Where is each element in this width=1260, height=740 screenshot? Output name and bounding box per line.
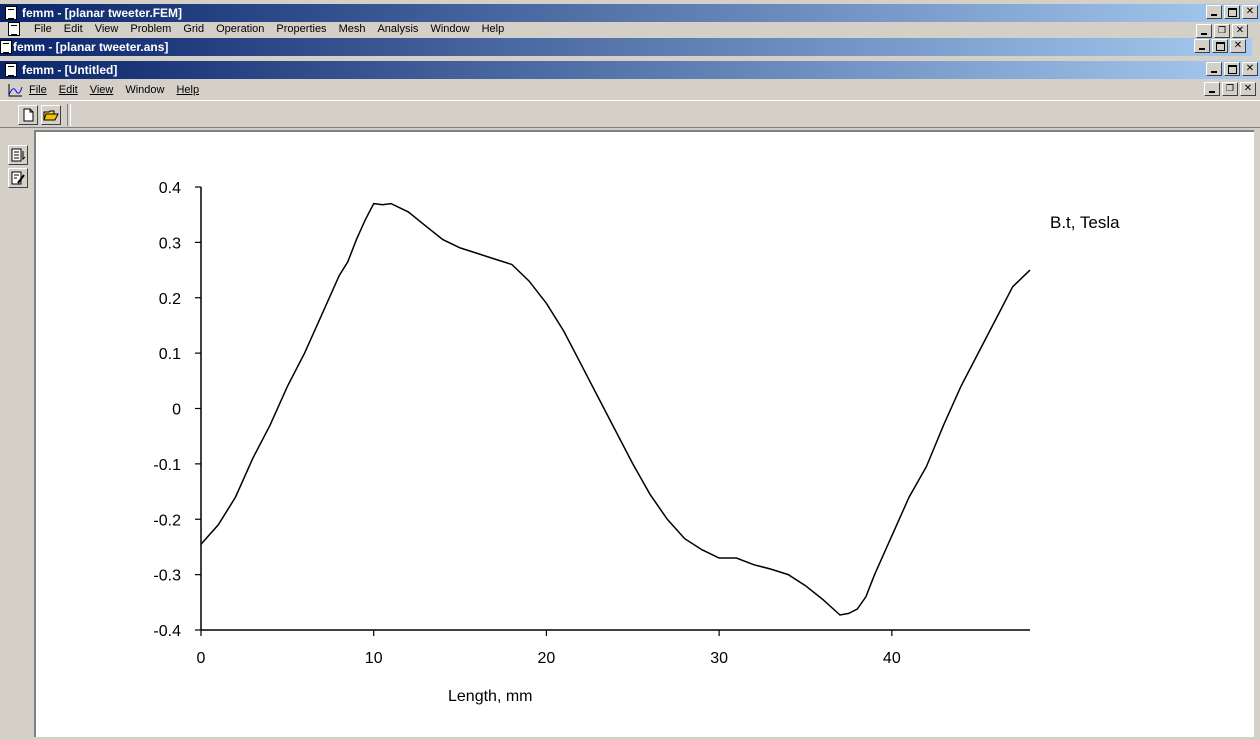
maximize-icon[interactable] [1212,39,1228,53]
fem-menu-view[interactable]: View [95,23,119,35]
untitled-doc-caption-buttons [1202,82,1256,98]
menu-edit[interactable]: Edit [59,84,78,96]
close-icon[interactable] [1232,24,1248,38]
menu-window[interactable]: Window [125,84,164,96]
fem-menu-properties[interactable]: Properties [276,23,326,35]
new-document-icon[interactable] [18,105,38,125]
x-tick-label: 40 [883,650,901,667]
untitled-menubar: File Edit View Window Help [0,80,1260,99]
fem-menubar: File Edit View Problem Grid Operation Pr… [0,22,1200,36]
minimize-icon[interactable] [1194,39,1210,53]
minimize-icon[interactable] [1204,82,1220,96]
minimize-icon[interactable] [1206,5,1222,19]
untitled-titlebar[interactable]: femm - [Untitled] [0,61,1260,79]
y-tick-label: -0.3 [153,568,181,585]
ans-window-title: femm - [planar tweeter.ans] [13,40,169,54]
plot-settings-icon[interactable] [8,145,28,165]
open-folder-icon[interactable] [41,105,61,125]
x-tick-label: 20 [538,650,556,667]
y-tick-label: 0.3 [159,235,181,252]
left-toolbar [0,130,34,737]
y-tick-label: -0.4 [153,623,181,640]
minimize-icon[interactable] [1196,24,1212,38]
fem-caption-buttons [1204,5,1258,21]
series-line [200,202,1031,616]
x-axis-label: Length, mm [448,688,532,705]
x-axis-ticks: 0 10 20 30 40 [197,630,901,667]
toolbar-separator [67,104,71,126]
y-tick-label: -0.1 [153,457,181,474]
untitled-window-title: femm - [Untitled] [22,63,118,77]
femm-app-icon[interactable] [0,40,12,54]
xyplot-doc-icon[interactable] [7,83,23,97]
femm-app-icon[interactable] [5,6,17,20]
untitled-caption-buttons [1204,62,1258,78]
restore-icon[interactable] [1214,24,1230,38]
close-icon[interactable] [1240,82,1256,96]
fem-menu-operation[interactable]: Operation [216,23,264,35]
fem-menu-help[interactable]: Help [482,23,505,35]
y-tick-label: 0.4 [159,180,181,197]
ans-caption-buttons [1192,39,1246,55]
plot-canvas[interactable]: 0.4 0.3 0.2 0.1 0 -0.1 -0.2 -0.3 -0.4 0 10 20 30 40 … [34,130,1254,737]
chart-axes [200,187,1030,631]
main-toolbar [0,100,1260,128]
fem-titlebar[interactable]: femm - [planar tweeter.FEM] [0,4,1260,22]
ans-titlebar[interactable]: femm - [planar tweeter.ans] [0,38,1252,56]
edit-data-icon[interactable] [8,168,28,188]
close-icon[interactable] [1242,5,1258,19]
y-tick-label: 0 [172,402,181,419]
fem-menu-grid[interactable]: Grid [183,23,204,35]
x-tick-label: 30 [710,650,728,667]
fem-menu-file[interactable]: File [34,23,52,35]
fem-menu-problem[interactable]: Problem [130,23,171,35]
y-tick-label: -0.2 [153,512,181,529]
fem-menu-analysis[interactable]: Analysis [377,23,418,35]
maximize-icon[interactable] [1224,5,1240,19]
fem-menu-window[interactable]: Window [430,23,469,35]
restore-icon[interactable] [1222,82,1238,96]
legend-label: B.t, Tesla [1050,213,1120,232]
menu-view[interactable]: View [90,84,114,96]
fem-menu-mesh[interactable]: Mesh [339,23,366,35]
y-tick-label: 0.1 [159,346,181,363]
maximize-icon[interactable] [1224,62,1240,76]
fem-menu-edit[interactable]: Edit [64,23,83,35]
fem-doc-icon[interactable] [8,22,20,36]
y-tick-label: 0.2 [159,291,181,308]
x-tick-label: 0 [197,650,206,667]
line-chart: 0.40.30.20.10-0.1-0.2-0.3-0.4 0 10 20 30 40 … [153,180,1120,705]
femm-app-icon[interactable] [5,63,17,77]
minimize-icon[interactable] [1206,62,1222,76]
fem-window-title: femm - [planar tweeter.FEM] [22,6,183,20]
close-icon[interactable] [1230,39,1246,53]
y-axis-ticks: 0.4 0.3 0.2 0.1 0 -0.1 -0.2 -0.3 -0.4 [153,180,201,640]
close-icon[interactable] [1242,62,1258,76]
window-right-edge [1254,130,1260,737]
menu-file[interactable]: File [29,84,47,96]
menu-help[interactable]: Help [176,84,199,96]
x-tick-label: 10 [365,650,383,667]
